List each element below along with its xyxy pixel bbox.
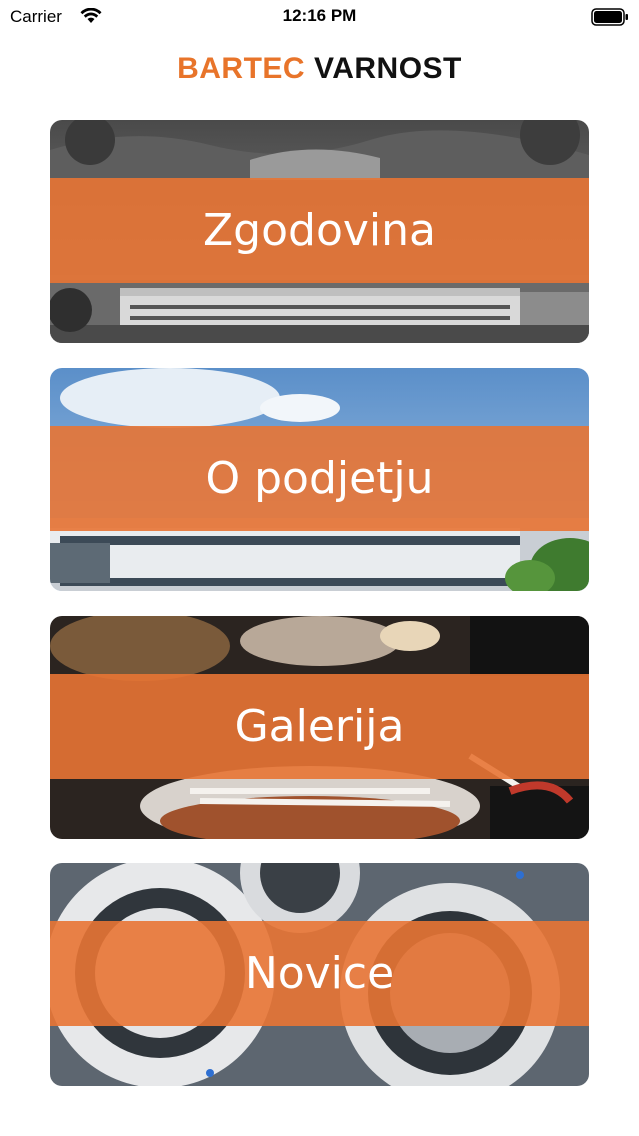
menu-card-news[interactable]: Novice [50, 863, 589, 1086]
menu-card-label: O podjetju [205, 453, 434, 504]
logo-name: VARNOST [313, 52, 462, 85]
menu-card-gallery[interactable]: Galerija [50, 616, 589, 839]
app-logo: BARTEC VARNOST [0, 52, 639, 86]
clock: 12:16 PM [282, 6, 357, 25]
logo-brand: BARTEC [177, 52, 306, 85]
status-bar: Carrier 12:16 PM [0, 0, 639, 34]
menu-card-history[interactable]: Zgodovina [50, 120, 589, 343]
battery-icon [591, 8, 628, 26]
menu-card-about[interactable]: O podjetju [50, 368, 589, 591]
menu-card-label: Novice [244, 948, 395, 999]
menu-card-label: Galerija [234, 701, 405, 752]
menu-card-label: Zgodovina [203, 205, 436, 256]
